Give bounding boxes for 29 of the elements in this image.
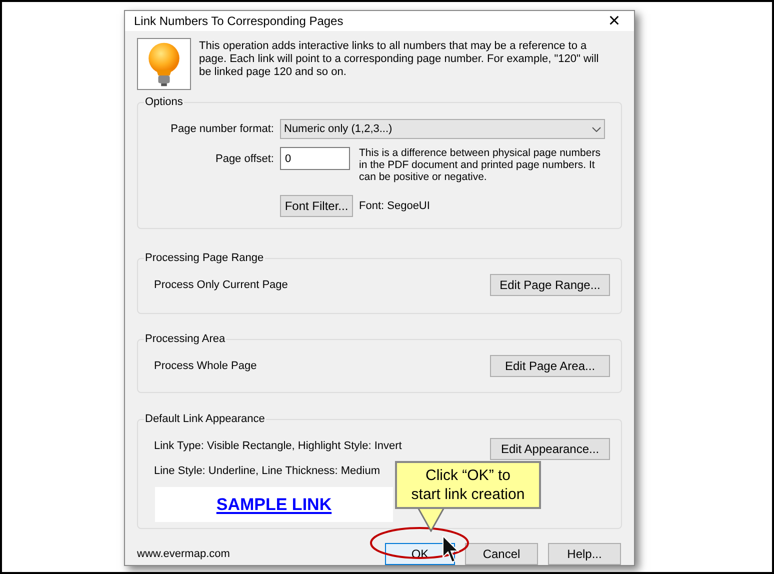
page-offset-hint: This is a difference between physical page numbers in the PDF document and printed page numbers. It can be positive or negative. [359, 147, 602, 183]
setting-text: Process Whole Page [154, 358, 257, 374]
light-bulb-icon [137, 38, 191, 90]
website-link[interactable]: www.evermap.com [137, 546, 230, 562]
font-label: Font: SegoeUI [359, 198, 430, 214]
page-offset-field[interactable]: 0 [280, 147, 350, 170]
group-title: Default Link Appearance [144, 411, 266, 427]
page-format-dropdown[interactable]: Numeric only (1,2,3...) [280, 119, 605, 139]
callout-text: start link creation [411, 485, 525, 504]
edit-button[interactable]: Edit Page Area... [490, 355, 610, 377]
appearance-text: Link Type: Visible Rectangle, Highlight Style: Invert [154, 439, 402, 454]
sample-link-text: SAMPLE LINK [216, 494, 332, 516]
appearance-text: Line Style: Underline, Line Thickness: Medium [154, 464, 382, 478]
dialog-button[interactable]: Cancel [465, 543, 538, 565]
dialog-button[interactable]: Help... [548, 543, 621, 565]
setting-text: Process Only Current Page [154, 278, 288, 293]
edit-appearance-button[interactable]: Edit Appearance... [490, 438, 610, 460]
chevron-down-icon [592, 126, 601, 132]
field-label: Page number format: [170, 122, 275, 137]
field-label: Page offset: [214, 152, 275, 167]
edit-button[interactable]: Edit Page Range... [490, 274, 610, 296]
group-title: Processing Page Range [144, 250, 265, 266]
close-button[interactable]: × [604, 11, 624, 31]
description-text: This operation adds interactive links to all numbers that may be a reference to a page. Each link will point to a corresponding page number. For example, "120" will be linked page 120 and so on. [199, 39, 600, 80]
font-filter-button[interactable]: Font Filter... [280, 195, 353, 217]
callout-text: Click “OK” to [425, 466, 510, 485]
group-title: Options [144, 94, 184, 110]
window-title: Link Numbers To Corresponding Pages [134, 13, 344, 30]
group-title: Processing Area [144, 331, 226, 347]
